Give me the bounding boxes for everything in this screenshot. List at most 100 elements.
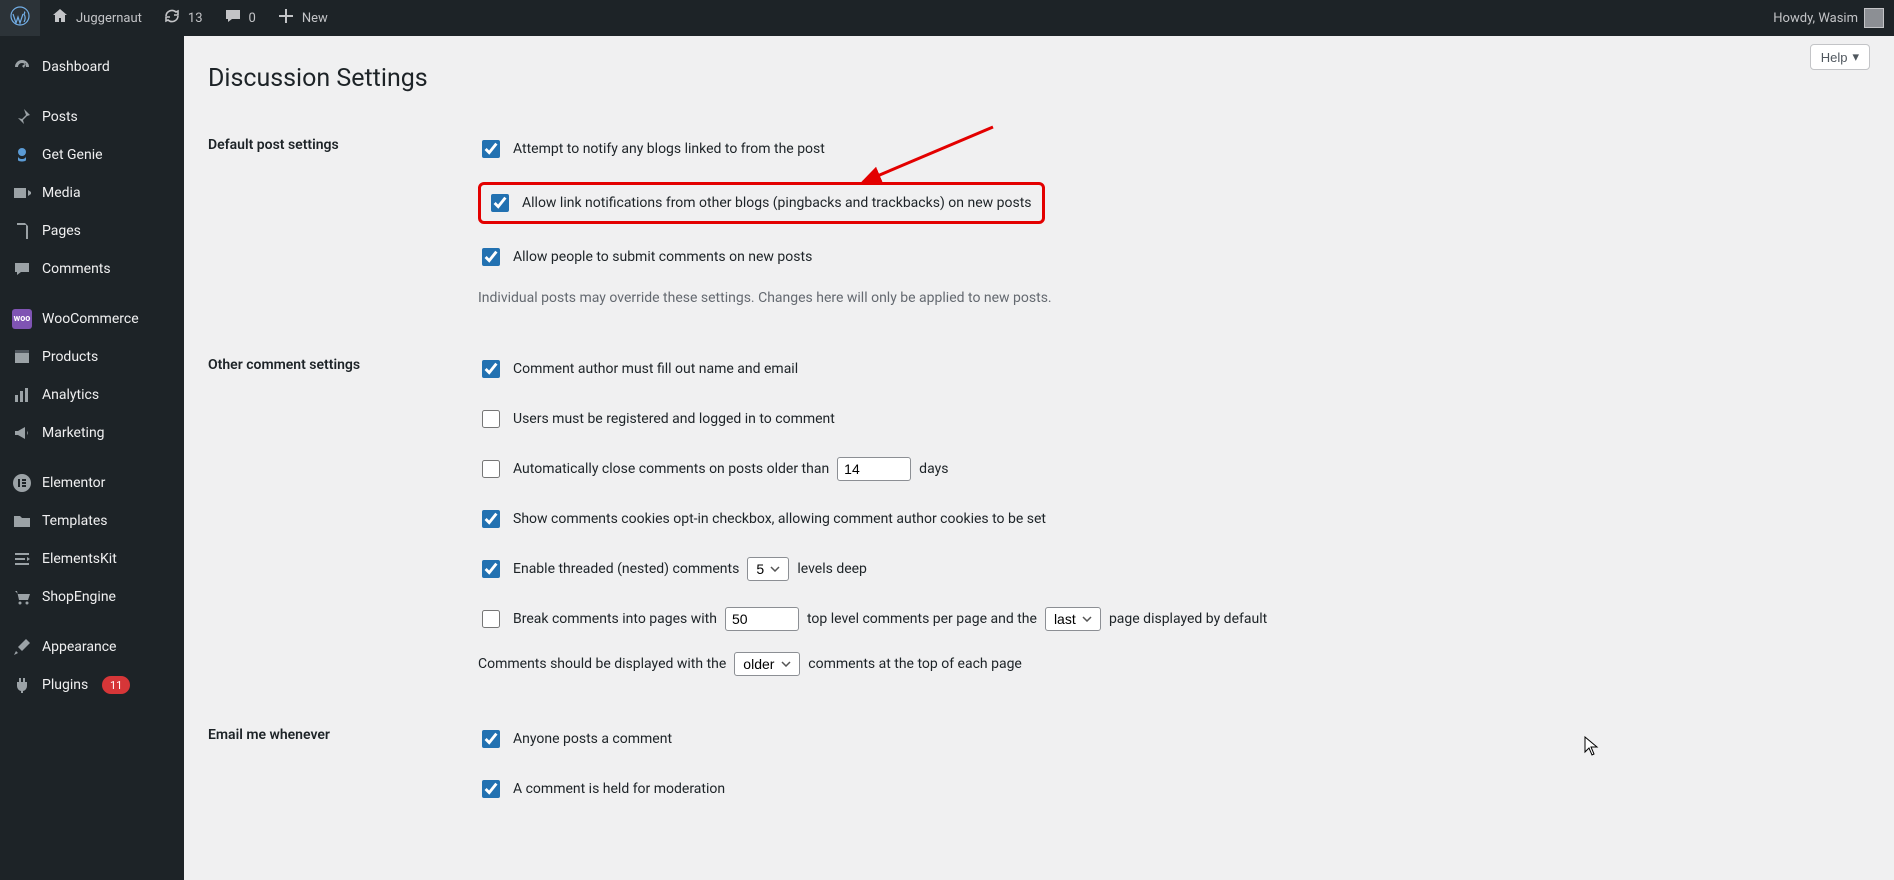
checkbox-cookies-opt[interactable] bbox=[482, 510, 500, 528]
option-allow-comments[interactable]: Allow people to submit comments on new p… bbox=[478, 245, 812, 269]
dashboard-icon bbox=[12, 57, 32, 77]
sidebar-item-label: WooCommerce bbox=[42, 311, 139, 327]
sidebar-item-woocommerce[interactable]: woo WooCommerce bbox=[0, 300, 184, 338]
sidebar-item-label: Get Genie bbox=[42, 147, 103, 163]
sidebar-item-products[interactable]: Products bbox=[0, 338, 184, 376]
option-paginate[interactable]: Break comments into pages with bbox=[478, 607, 717, 631]
checkbox-pingback-out[interactable] bbox=[482, 140, 500, 158]
option-label: Anyone posts a comment bbox=[513, 731, 672, 747]
help-tab-button[interactable]: Help ▾ bbox=[1810, 44, 1870, 70]
option-label: A comment is held for moderation bbox=[513, 781, 725, 797]
sidebar-item-comments[interactable]: Comments bbox=[0, 250, 184, 288]
option-label-mid: top level comments per page and the bbox=[807, 611, 1037, 627]
sidebar-item-pages[interactable]: Pages bbox=[0, 212, 184, 250]
wordpress-icon bbox=[10, 6, 30, 30]
checkbox-anyone-posts[interactable] bbox=[482, 730, 500, 748]
media-icon bbox=[12, 183, 32, 203]
option-label-suffix: comments at the top of each page bbox=[808, 656, 1022, 672]
sidebar-item-label: Marketing bbox=[42, 425, 105, 441]
sidebar-item-appearance[interactable]: Appearance bbox=[0, 628, 184, 666]
checkbox-auto-close[interactable] bbox=[482, 460, 500, 478]
comments-link[interactable]: 0 bbox=[213, 0, 266, 36]
checkbox-paginate[interactable] bbox=[482, 610, 500, 628]
option-label-suffix: page displayed by default bbox=[1109, 611, 1267, 627]
new-content-link[interactable]: New bbox=[266, 0, 338, 36]
megaphone-icon bbox=[12, 423, 32, 443]
site-name-link[interactable]: Juggernaut bbox=[40, 0, 152, 36]
sidebar-item-elementor[interactable]: Elementor bbox=[0, 464, 184, 502]
folder-icon bbox=[12, 511, 32, 531]
option-pingback-out[interactable]: Attempt to notify any blogs linked to fr… bbox=[478, 137, 825, 161]
plugins-update-badge: 11 bbox=[102, 676, 130, 694]
option-label-suffix: levels deep bbox=[797, 561, 867, 577]
sidebar-item-label: Comments bbox=[42, 261, 111, 277]
updates-link[interactable]: 13 bbox=[152, 0, 213, 36]
sidebar-item-getgenie[interactable]: Get Genie bbox=[0, 136, 184, 174]
sidebar-item-label: ElementsKit bbox=[42, 551, 117, 567]
option-label: Allow link notifications from other blog… bbox=[522, 195, 1032, 211]
option-pingback-in[interactable]: Allow link notifications from other blog… bbox=[487, 191, 1032, 215]
plus-icon bbox=[276, 6, 296, 30]
option-auto-close[interactable]: Automatically close comments on posts ol… bbox=[478, 457, 829, 481]
option-label: Enable threaded (nested) comments bbox=[513, 561, 739, 577]
sidebar-item-dashboard[interactable]: Dashboard bbox=[0, 48, 184, 86]
page-icon bbox=[12, 221, 32, 241]
row-heading-default-post: Default post settings bbox=[208, 117, 468, 337]
main-content: Help ▾ Discussion Settings Default post … bbox=[184, 36, 1894, 880]
checkbox-threaded[interactable] bbox=[482, 560, 500, 578]
checkbox-allow-comments[interactable] bbox=[482, 248, 500, 266]
select-default-page[interactable]: last bbox=[1045, 607, 1101, 631]
sidebar-item-label: Analytics bbox=[42, 387, 99, 403]
option-label-suffix: days bbox=[919, 461, 948, 477]
products-icon bbox=[12, 347, 32, 367]
cart-icon bbox=[12, 587, 32, 607]
new-label: New bbox=[302, 11, 328, 26]
checkbox-held-moderation[interactable] bbox=[482, 780, 500, 798]
avatar bbox=[1864, 8, 1884, 28]
comments-count: 0 bbox=[249, 11, 256, 26]
override-note: Individual posts may override these sett… bbox=[478, 290, 1860, 306]
sidebar-item-label: ShopEngine bbox=[42, 589, 116, 605]
updates-count: 13 bbox=[188, 11, 203, 26]
input-per-page[interactable] bbox=[725, 607, 799, 631]
input-close-days[interactable] bbox=[837, 457, 911, 481]
option-label: Break comments into pages with bbox=[513, 611, 717, 627]
option-label: Automatically close comments on posts ol… bbox=[513, 461, 829, 477]
option-threaded[interactable]: Enable threaded (nested) comments bbox=[478, 557, 739, 581]
select-thread-depth[interactable]: 5 bbox=[747, 557, 789, 581]
analytics-icon bbox=[12, 385, 32, 405]
sidebar-item-shopengine[interactable]: ShopEngine bbox=[0, 578, 184, 616]
option-held-moderation[interactable]: A comment is held for moderation bbox=[478, 777, 725, 801]
checkbox-author-fill[interactable] bbox=[482, 360, 500, 378]
sidebar-item-posts[interactable]: Posts bbox=[0, 98, 184, 136]
sidebar-item-label: Elementor bbox=[42, 475, 105, 491]
annotation-highlight-box: Allow link notifications from other blog… bbox=[478, 182, 1045, 224]
sidebar-item-marketing[interactable]: Marketing bbox=[0, 414, 184, 452]
row-heading-other-comment: Other comment settings bbox=[208, 337, 468, 707]
sidebar-item-analytics[interactable]: Analytics bbox=[0, 376, 184, 414]
wp-logo-menu[interactable] bbox=[0, 0, 40, 36]
checkbox-pingback-in[interactable] bbox=[491, 194, 509, 212]
elementor-icon bbox=[12, 473, 32, 493]
option-author-fill[interactable]: Comment author must fill out name and em… bbox=[478, 357, 798, 381]
howdy-label: Howdy, Wasim bbox=[1773, 11, 1858, 26]
option-must-register[interactable]: Users must be registered and logged in t… bbox=[478, 407, 835, 431]
help-label: Help bbox=[1821, 50, 1848, 65]
option-label: Users must be registered and logged in t… bbox=[513, 411, 835, 427]
row-heading-email-me: Email me whenever bbox=[208, 707, 468, 837]
sidebar-item-templates[interactable]: Templates bbox=[0, 502, 184, 540]
chevron-down-icon: ▾ bbox=[1852, 49, 1859, 65]
sidebar-item-media[interactable]: Media bbox=[0, 174, 184, 212]
checkbox-must-register[interactable] bbox=[482, 410, 500, 428]
sidebar-item-label: Dashboard bbox=[42, 59, 110, 75]
sidebar-item-plugins[interactable]: Plugins 11 bbox=[0, 666, 184, 704]
select-comment-order[interactable]: older bbox=[734, 652, 800, 676]
site-name-label: Juggernaut bbox=[76, 11, 142, 26]
comment-icon bbox=[223, 6, 243, 30]
option-cookies-opt[interactable]: Show comments cookies opt-in checkbox, a… bbox=[478, 507, 1046, 531]
my-account-link[interactable]: Howdy, Wasim bbox=[1763, 0, 1894, 36]
option-anyone-posts[interactable]: Anyone posts a comment bbox=[478, 727, 672, 751]
option-label: Allow people to submit comments on new p… bbox=[513, 249, 812, 265]
sidebar-item-elementskit[interactable]: ElementsKit bbox=[0, 540, 184, 578]
comment-icon bbox=[12, 259, 32, 279]
